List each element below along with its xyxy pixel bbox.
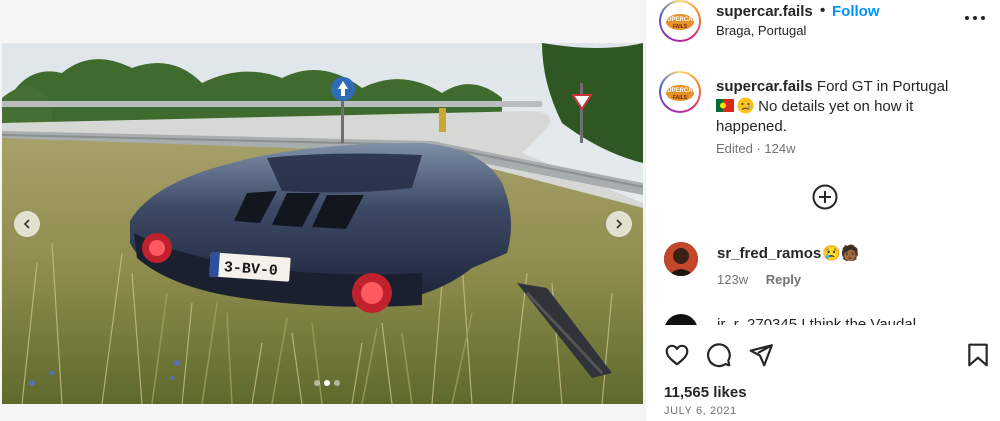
svg-text:FAILS: FAILS (673, 24, 688, 30)
plus-circle-icon (812, 184, 838, 210)
caption-meta: Edited · 124w (716, 141, 796, 156)
caption-text: Ford GT in Portugal (816, 78, 949, 95)
supercar-fails-logo-icon: SUPERCAR FAILS (664, 85, 696, 101)
photo-panel: 3-BV-0 (0, 0, 645, 421)
post-actions-bar: 11,565 likes JULY 6, 2021 (646, 325, 1000, 421)
author-username[interactable]: supercar.fails (716, 3, 813, 20)
comment-emoji: 😢🧑🏾 (822, 245, 860, 262)
sad-face-icon (737, 97, 754, 114)
post-side-panel: SUPERCAR FAILS supercar.fails • Follow B… (645, 0, 1000, 421)
carousel-prev-button[interactable] (14, 211, 40, 237)
carousel-dot-active (324, 380, 330, 386)
follow-button[interactable]: Follow (832, 3, 880, 20)
carousel-dot (314, 380, 320, 386)
post-photo[interactable]: 3-BV-0 (2, 43, 643, 404)
caption-author-avatar[interactable]: SUPERCAR FAILS (659, 71, 701, 113)
post-date: JULY 6, 2021 (664, 405, 737, 417)
svg-text:SUPERCAR: SUPERCAR (664, 17, 696, 23)
paper-plane-icon (749, 344, 773, 367)
chevron-left-icon (23, 219, 30, 229)
comment-button[interactable] (706, 342, 732, 368)
carousel-indicator (314, 380, 340, 386)
author-avatar[interactable]: SUPERCAR FAILS (659, 0, 701, 42)
likes-count[interactable]: 11,565 likes (664, 384, 747, 401)
comment-age: 123w (717, 272, 749, 287)
carousel-dot (334, 380, 340, 386)
bookmark-icon (968, 343, 988, 367)
person-photo-icon (664, 242, 698, 276)
separator-dot: • (820, 2, 826, 19)
reply-button[interactable]: Reply (766, 272, 801, 287)
post-caption: supercar.fails Ford GT in Portugal No de… (716, 77, 986, 137)
crashed-car-illustration: 3-BV-0 (2, 43, 643, 404)
commenter-avatar[interactable] (664, 242, 698, 276)
save-button[interactable] (965, 342, 991, 368)
heart-icon (665, 344, 689, 366)
portugal-flag-icon (716, 99, 734, 112)
more-horizontal-icon (965, 16, 985, 20)
svg-text:FAILS: FAILS (673, 95, 688, 101)
load-more-comments-button[interactable] (812, 184, 838, 210)
supercar-fails-logo-icon: SUPERCAR FAILS (664, 14, 696, 30)
chevron-right-icon (616, 219, 623, 229)
comment-bubble-icon (707, 343, 731, 368)
post-location[interactable]: Braga, Portugal (716, 23, 806, 38)
commenter-username[interactable]: sr_fred_ramos (717, 245, 821, 262)
caption-username[interactable]: supercar.fails (716, 78, 813, 95)
svg-text:SUPERCAR: SUPERCAR (664, 88, 696, 94)
instagram-post-view: 3-BV-0 SUPERCAR FAILS supercar.fails • F… (0, 0, 1000, 421)
like-button[interactable] (664, 342, 690, 368)
more-options-button[interactable] (964, 10, 986, 26)
comment-meta: 123w Reply (717, 272, 801, 287)
carousel-next-button[interactable] (606, 211, 632, 237)
share-button[interactable] (748, 342, 774, 368)
